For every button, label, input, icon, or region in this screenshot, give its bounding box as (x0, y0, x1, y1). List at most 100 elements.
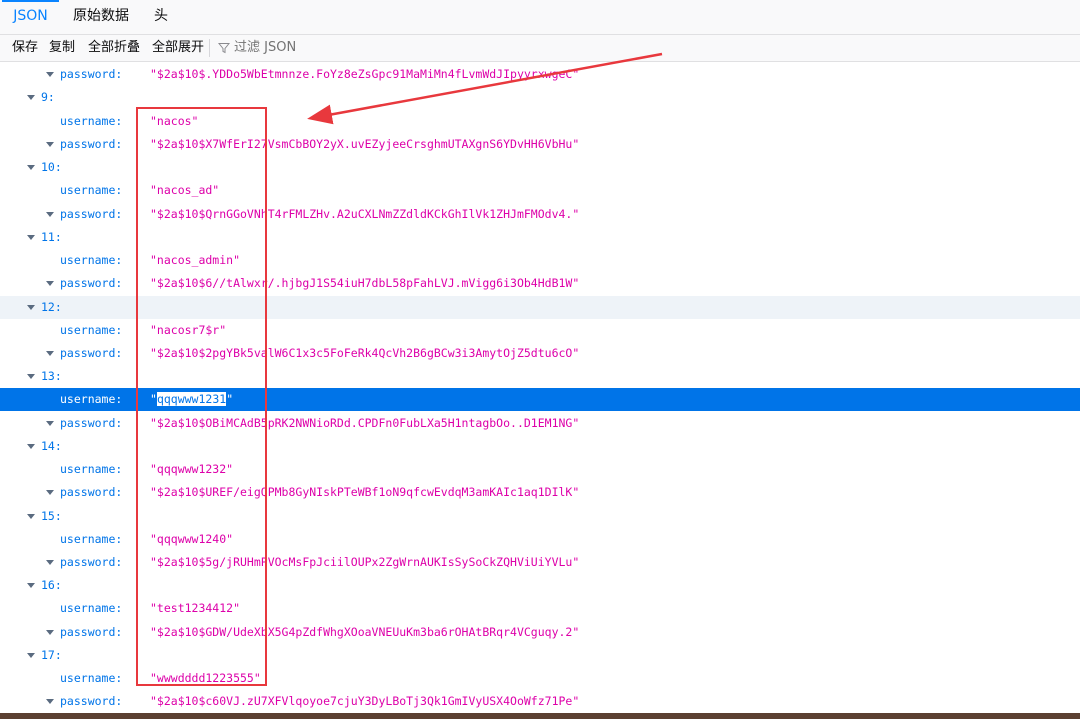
tab-json[interactable]: JSON (2, 0, 59, 34)
property-value: "nacos" (150, 114, 199, 128)
property-key: username: (60, 183, 123, 197)
tree-row-index[interactable]: 16: (0, 574, 1080, 597)
expand-toggle-icon[interactable] (27, 583, 35, 588)
array-index: 14: (41, 439, 62, 453)
property-key: password: (60, 137, 123, 151)
toolbar: 保存 复制 全部折叠 全部展开 过滤 JSON (0, 35, 1080, 62)
expand-toggle-icon[interactable] (46, 630, 54, 635)
quote-mark: " (226, 392, 234, 406)
filter-json-input[interactable]: 过滤 JSON (218, 35, 296, 61)
expand-toggle-icon[interactable] (46, 699, 54, 704)
expand-toggle-icon[interactable] (27, 165, 35, 170)
property-value: "$2a$10$QrnGGoVNhT4rFMLZHv.A2uCXLNmZZdld… (150, 207, 580, 221)
array-index: 13: (41, 369, 62, 383)
property-value: "$2a$10$X7WfErI27VsmCbBOY2yX.uvEZyjeeCrs… (150, 137, 580, 151)
property-key: username: (60, 601, 123, 615)
expand-toggle-icon[interactable] (46, 560, 54, 565)
property-value: "$2a$10$GDW/UdeXbX5G4pZdfWhgXOoaVNEUuKm3… (150, 625, 580, 639)
property-value: "$2a$10$OBiMCAdB5pRK2NWNioRDd.CPDFn0FubL… (150, 416, 580, 430)
property-value: "qqqwww1232" (150, 462, 234, 476)
tree-row-username[interactable]: username: "test1234412" (0, 597, 1080, 620)
tree-row-username[interactable]: username: "nacosr7$r" (0, 319, 1080, 342)
property-value: "nacosr7$r" (150, 323, 227, 337)
tree-row-password[interactable]: password: "$2a$10$c60VJ.zU7XFVlqoyoe7cju… (0, 690, 1080, 713)
tree-row-index[interactable]: 15: (0, 505, 1080, 528)
expand-toggle-icon[interactable] (46, 421, 54, 426)
tree-row-password[interactable]: password: "$2a$10$QrnGGoVNhT4rFMLZHv.A2u… (0, 203, 1080, 226)
tab-headers[interactable]: 头 (146, 0, 176, 34)
array-index: 17: (41, 648, 62, 662)
property-key: password: (60, 694, 123, 708)
tree-row-index[interactable]: 11: (0, 226, 1080, 249)
property-value: "nacos_admin" (150, 253, 241, 267)
property-key: password: (60, 67, 123, 81)
tree-row-username[interactable]: username: "wwwdddd1223555" (0, 667, 1080, 690)
tree-row-index[interactable]: 12: (0, 296, 1080, 319)
property-key: password: (60, 416, 123, 430)
tree-row-password[interactable]: password: "$2a$10$5g/jRUHmPVOcMsFpJciilO… (0, 551, 1080, 574)
tree-row-index[interactable]: 17: (0, 644, 1080, 667)
property-key: username: (60, 253, 123, 267)
property-key: password: (60, 346, 123, 360)
selected-text: qqqwww1231 (156, 392, 227, 406)
expand-toggle-icon[interactable] (27, 653, 35, 658)
property-value: "nacos_ad" (150, 183, 220, 197)
property-key: password: (60, 485, 123, 499)
property-key: password: (60, 625, 123, 639)
tab-bar: JSON 原始数据 头 (0, 0, 1080, 35)
expand-toggle-icon[interactable] (46, 490, 54, 495)
expand-toggle-icon[interactable] (27, 514, 35, 519)
tree-row-username[interactable]: username: "qqqwww1232" (0, 458, 1080, 481)
tree-row-password[interactable]: password: "$2a$10$OBiMCAdB5pRK2NWNioRDd.… (0, 412, 1080, 435)
filter-placeholder: 过滤 JSON (234, 40, 297, 55)
property-value: "test1234412" (150, 601, 241, 615)
property-value: "$2a$10$5g/jRUHmPVOcMsFpJciilOUPx2ZgWrnA… (150, 555, 580, 569)
property-key: password: (60, 207, 123, 221)
expand-toggle-icon[interactable] (27, 95, 35, 100)
tree-row-index[interactable]: 14: (0, 435, 1080, 458)
property-key: username: (60, 323, 123, 337)
tree-row-password[interactable]: password: "$2a$10$2pgYBk5valW6C1x3c5FoFe… (0, 342, 1080, 365)
tab-raw-data[interactable]: 原始数据 (66, 0, 136, 34)
expand-toggle-icon[interactable] (46, 212, 54, 217)
property-key: username: (60, 114, 123, 128)
tree-row-index[interactable]: 13: (0, 365, 1080, 388)
expand-toggle-icon[interactable] (27, 374, 35, 379)
property-value: "$2a$10$.YDDo5WbEtmnnze.FoYz8eZsGpc91MaM… (150, 67, 580, 81)
expand-toggle-icon[interactable] (46, 142, 54, 147)
tree-row-username[interactable]: username: "nacos" (0, 110, 1080, 133)
array-index: 16: (41, 578, 62, 592)
expand-toggle-icon[interactable] (46, 351, 54, 356)
property-key: password: (60, 555, 123, 569)
property-key: username: (60, 462, 123, 476)
tree-row-index[interactable]: 9: (0, 86, 1080, 109)
tree-row-password[interactable]: password: "$2a$10$GDW/UdeXbX5G4pZdfWhgXO… (0, 621, 1080, 644)
expand-all-button[interactable]: 全部展开 (152, 35, 204, 61)
tree-row-username-selected[interactable]: username: "qqqwww1231" (0, 388, 1080, 411)
property-value: "$2a$10$UREF/eigQPMb8GyNIskPTeWBf1oN9qfc… (150, 485, 580, 499)
tree-row-username[interactable]: username: "qqqwww1240" (0, 528, 1080, 551)
expand-toggle-icon[interactable] (46, 281, 54, 286)
expand-toggle-icon[interactable] (27, 235, 35, 240)
property-value: "qqqwww1231" (150, 388, 233, 411)
tree-row-password[interactable]: password: "$2a$10$6//tAlwxr/.hjbgJ1S54iu… (0, 272, 1080, 295)
tree-row-username[interactable]: username: "nacos_ad" (0, 179, 1080, 202)
expand-toggle-icon[interactable] (27, 444, 35, 449)
collapse-all-button[interactable]: 全部折叠 (88, 35, 140, 61)
property-value: "wwwdddd1223555" (150, 671, 261, 685)
quote-mark: " (150, 392, 157, 406)
toolbar-divider (209, 39, 210, 57)
property-value: "qqqwww1240" (150, 532, 234, 546)
property-key: username: (60, 671, 123, 685)
expand-toggle-icon[interactable] (27, 305, 35, 310)
tree-row-username[interactable]: username: "nacos_admin" (0, 249, 1080, 272)
tree-row-password[interactable]: password: "$2a$10$UREF/eigQPMb8GyNIskPTe… (0, 481, 1080, 504)
array-index: 10: (41, 160, 62, 174)
tree-row-password[interactable]: password: "$2a$10$.YDDo5WbEtmnnze.FoYz8e… (0, 63, 1080, 86)
copy-button[interactable]: 复制 (49, 35, 75, 61)
expand-toggle-icon[interactable] (46, 72, 54, 77)
save-button[interactable]: 保存 (12, 35, 38, 61)
array-index: 11: (41, 230, 62, 244)
tree-row-password[interactable]: password: "$2a$10$X7WfErI27VsmCbBOY2yX.u… (0, 133, 1080, 156)
tree-row-index[interactable]: 10: (0, 156, 1080, 179)
